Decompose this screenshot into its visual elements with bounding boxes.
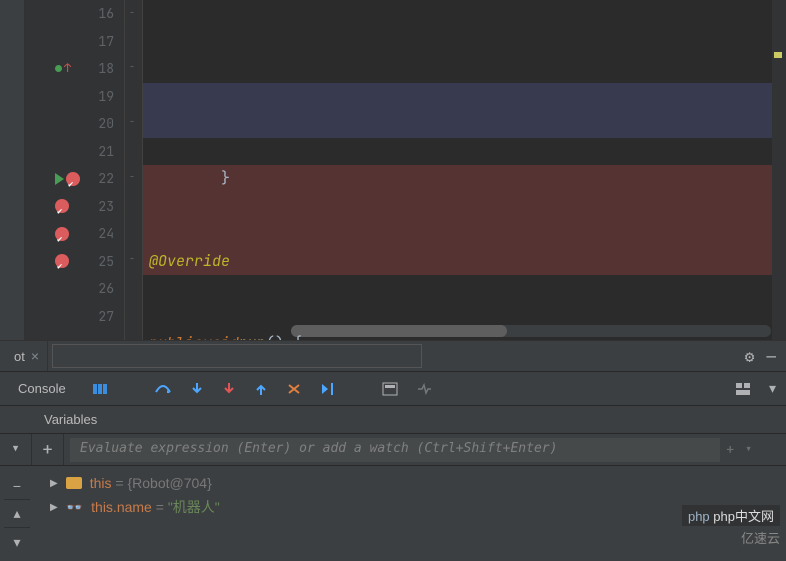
expand-icon[interactable]: ▶ [50, 502, 58, 513]
fold-handle-icon[interactable]: - [129, 60, 135, 73]
breakpoint-icon[interactable] [55, 227, 69, 241]
var-value: "机器人" [168, 499, 220, 515]
variables-tab[interactable]: Variables [0, 406, 786, 434]
remove-watch-button[interactable]: − [4, 472, 30, 500]
fold-handle-icon[interactable]: - [129, 6, 135, 19]
annotation: @Override [149, 248, 230, 276]
chevron-down-icon: ▾ [10, 438, 21, 461]
breakpoint-icon[interactable] [55, 254, 69, 268]
equals: = [112, 475, 128, 491]
move-up-button[interactable]: ▴ [4, 500, 30, 528]
execution-arrow-icon: ↑ [64, 55, 71, 83]
force-step-into-icon[interactable] [222, 382, 236, 396]
line-number: 19 [98, 83, 114, 111]
run-to-cursor-icon[interactable] [320, 382, 336, 396]
step-over-icon[interactable] [154, 382, 172, 396]
chevron-down-icon[interactable]: ▾ [769, 380, 776, 397]
variable-row[interactable]: ▶ 👓 this.name = "机器人" [50, 494, 776, 520]
variable-row[interactable]: ▶ this = {Robot@704} [50, 472, 776, 494]
fold-handle-icon[interactable]: - [129, 170, 135, 183]
line-number: 27 [98, 303, 114, 331]
var-name: this.name [91, 499, 152, 515]
line-number: 20 [98, 110, 114, 138]
step-into-icon[interactable] [190, 382, 204, 396]
placeholder-text: Evaluate expression (Enter) or add a wat… [80, 441, 557, 456]
line-number: 24 [98, 220, 114, 248]
run-gutter-icon[interactable] [55, 173, 64, 185]
debug-toolbar: Console ▾ [0, 372, 786, 406]
debug-tab[interactable]: ot × [0, 341, 48, 371]
line-number: 22 [98, 165, 114, 193]
line-number: 16 [98, 0, 114, 28]
line-number: 25 [98, 248, 114, 276]
code-editor[interactable]: 16 17 ↑ 18 19 20 21 22 23 24 [0, 0, 786, 340]
plus-icon: + [42, 438, 53, 461]
fold-handle-icon[interactable]: - [129, 252, 135, 265]
equals: = [152, 499, 168, 515]
move-down-button[interactable]: ▾ [4, 528, 30, 556]
breakpoint-icon[interactable] [55, 199, 69, 213]
drop-frame-icon[interactable] [286, 382, 302, 396]
layout-icon[interactable] [735, 382, 751, 396]
fold-handle-icon[interactable]: - [129, 115, 135, 128]
object-icon [66, 477, 82, 489]
trace-icon[interactable] [416, 382, 432, 396]
chevron-down-icon[interactable]: ▾ [744, 441, 752, 459]
line-number: 26 [98, 275, 114, 303]
threads-icon[interactable] [92, 382, 108, 396]
evaluate-input[interactable]: Evaluate expression (Enter) or add a wat… [70, 438, 720, 462]
modified-icon [55, 65, 62, 72]
fold-column[interactable]: - - - - - [125, 0, 143, 340]
editor-gutter[interactable]: 16 17 ↑ 18 19 20 21 22 23 24 [25, 0, 125, 340]
gear-icon[interactable]: ⚙ [745, 346, 755, 367]
var-name: this [90, 475, 112, 491]
var-value: {Robot@704} [127, 475, 211, 491]
tab-label: Variables [44, 412, 97, 427]
keyword: void [203, 330, 239, 340]
code-text: } [149, 165, 230, 193]
variables-panel[interactable]: − ▴ ▾ ▶ this = {Robot@704} ▶ 👓 this.name… [0, 466, 786, 561]
method-name: run [239, 330, 266, 340]
line-number: 23 [98, 193, 114, 221]
new-watch-button[interactable]: + [32, 434, 64, 465]
watch-row: ▾ + Evaluate expression (Enter) or add a… [0, 434, 786, 466]
add-icon[interactable]: + [726, 441, 734, 459]
empty-tab-area [52, 344, 422, 368]
marker[interactable] [774, 52, 782, 58]
minimize-icon[interactable]: — [766, 346, 776, 367]
keyword: public [149, 330, 203, 340]
glasses-icon: 👓 [66, 499, 83, 516]
breakpoint-icon[interactable] [66, 172, 80, 186]
watch-dropdown-button[interactable]: ▾ [0, 434, 32, 465]
evaluate-icon[interactable] [382, 382, 398, 396]
step-out-icon[interactable] [254, 382, 268, 396]
code-text: () { [266, 330, 302, 340]
expand-icon[interactable]: ▶ [50, 478, 58, 489]
debug-tabbar: ot × ⚙ — [0, 340, 786, 372]
tool-window-strip [0, 0, 25, 340]
line-number: 21 [98, 138, 114, 166]
code-area[interactable]: } @Override public void run() { System.o… [143, 0, 786, 340]
console-tab[interactable]: Console [10, 377, 74, 400]
line-number: 17 [98, 28, 114, 56]
line-number: 18 [98, 55, 114, 83]
tab-label: ot [14, 349, 25, 364]
close-icon[interactable]: × [31, 348, 39, 364]
